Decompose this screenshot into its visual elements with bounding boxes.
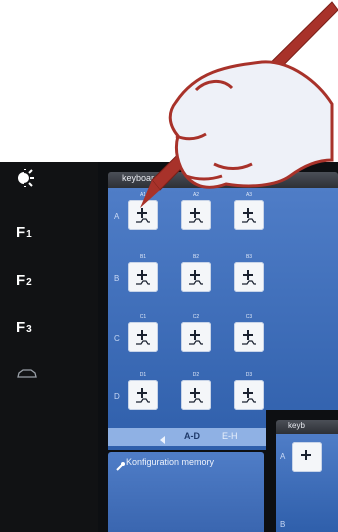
key-button-c2[interactable] [181, 322, 211, 352]
key-label: D1 [139, 372, 147, 378]
key-button-b3[interactable] [234, 262, 264, 292]
f1-button[interactable]: F1 [16, 224, 32, 242]
key-button-b2[interactable] [181, 262, 211, 292]
brightness-icon[interactable] [16, 168, 36, 188]
inset-keyboard-title: keyb [288, 421, 305, 430]
sidebar: F1 F2 F3 [0, 162, 98, 532]
page-tab-a-d[interactable]: A-D [184, 431, 200, 441]
key-button-d2[interactable] [181, 380, 211, 410]
f2-button[interactable]: F2 [16, 272, 32, 290]
row-letter-a: A [114, 212, 120, 221]
key-label: C2 [192, 314, 200, 320]
inset-key-button[interactable] [292, 442, 322, 472]
key-label: A2 [192, 192, 200, 198]
key-label: A3 [245, 192, 253, 198]
key-button-a2[interactable] [181, 200, 211, 230]
key-button-a3[interactable] [234, 200, 264, 230]
key-button-d3[interactable] [234, 380, 264, 410]
row-letter-d: D [114, 392, 120, 401]
keyboard-header: keyboard [108, 172, 338, 188]
page-tab-e-h[interactable]: E-H [222, 431, 238, 441]
car-icon[interactable] [16, 367, 38, 379]
key-label: A1 [139, 192, 147, 198]
key-label: C3 [245, 314, 253, 320]
inset-row-letter-b: B [280, 520, 286, 529]
previous-arrow-icon[interactable] [158, 432, 168, 444]
key-button-c3[interactable] [234, 322, 264, 352]
row-letter-c: C [114, 334, 120, 343]
key-label: C1 [139, 314, 147, 320]
f3-button[interactable]: F3 [16, 319, 32, 337]
key-label: B1 [139, 254, 147, 260]
inset-keyboard-header: keyb [276, 420, 338, 434]
key-label: B2 [192, 254, 200, 260]
key-label: D2 [192, 372, 200, 378]
wrench-icon [116, 458, 126, 471]
config-memory-label: Konfiguration memory [126, 457, 215, 467]
inset-row-letter-a: A [280, 452, 286, 461]
key-button-c1[interactable] [128, 322, 158, 352]
key-button-a1[interactable] [128, 200, 158, 230]
inset-keyboard-panel: A B [276, 434, 338, 532]
key-button-b1[interactable] [128, 262, 158, 292]
key-button-d1[interactable] [128, 380, 158, 410]
config-memory-panel[interactable]: Konfiguration memory [108, 452, 264, 532]
key-label: D3 [245, 372, 253, 378]
keyboard-title: keyboard [122, 173, 160, 183]
row-letter-b: B [114, 274, 120, 283]
key-label: B3 [245, 254, 253, 260]
